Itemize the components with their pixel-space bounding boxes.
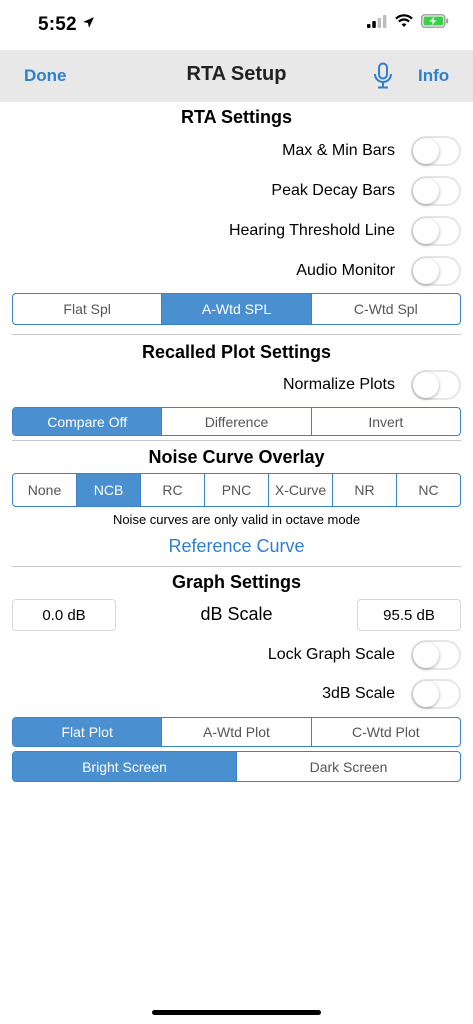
toggle-knob bbox=[413, 372, 439, 398]
segment-none[interactable]: None bbox=[13, 474, 77, 506]
toggle-knob bbox=[413, 681, 439, 707]
noise-curve-segmented-control: None NCB RC PNC X-Curve NR NC bbox=[12, 473, 461, 507]
noise-curve-overlay-title: Noise Curve Overlay bbox=[148, 447, 325, 467]
location-arrow-icon bbox=[83, 17, 95, 28]
segment-c-wtd-spl[interactable]: C-Wtd Spl bbox=[312, 294, 460, 324]
db-scale-max-field[interactable]: 95.5 dB bbox=[357, 599, 461, 631]
audio-monitor-label: Audio Monitor bbox=[296, 262, 395, 279]
home-indicator[interactable] bbox=[152, 1010, 321, 1015]
segment-a-wtd-plot[interactable]: A-Wtd Plot bbox=[162, 718, 312, 746]
toggle-knob bbox=[413, 642, 439, 668]
reference-curve-button[interactable]: Reference Curve bbox=[0, 536, 473, 557]
lock-graph-scale-toggle[interactable] bbox=[411, 640, 461, 670]
3db-scale-toggle[interactable] bbox=[411, 679, 461, 709]
normalize-plots-toggle[interactable] bbox=[411, 370, 461, 400]
microphone-button[interactable] bbox=[372, 62, 394, 95]
battery-charging-icon bbox=[421, 14, 449, 28]
page-title: RTA Setup bbox=[186, 63, 287, 85]
segment-flat-spl[interactable]: Flat Spl bbox=[13, 294, 163, 324]
max-min-bars-toggle[interactable] bbox=[411, 136, 461, 166]
toggle-knob bbox=[413, 138, 439, 164]
graph-settings-title: Graph Settings bbox=[171, 572, 301, 592]
segment-dark-screen[interactable]: Dark Screen bbox=[237, 752, 460, 781]
toggle-knob bbox=[413, 178, 439, 204]
status-time: 5:52 bbox=[38, 14, 95, 36]
section-divider bbox=[12, 440, 461, 441]
segment-bright-screen[interactable]: Bright Screen bbox=[13, 752, 237, 781]
3db-scale-label: 3dB Scale bbox=[322, 685, 395, 702]
audio-monitor-toggle[interactable] bbox=[411, 256, 461, 286]
noise-curve-note: Noise curves are only valid in octave mo… bbox=[112, 512, 361, 527]
hearing-threshold-line-toggle[interactable] bbox=[411, 216, 461, 246]
toggle-knob bbox=[413, 218, 439, 244]
weighting-segmented-control: Flat Spl A-Wtd SPL C-Wtd Spl bbox=[12, 293, 461, 325]
segment-pnc[interactable]: PNC bbox=[205, 474, 269, 506]
peak-decay-bars-label: Peak Decay Bars bbox=[271, 182, 395, 199]
rta-settings-title: RTA Settings bbox=[181, 107, 292, 127]
toggle-knob bbox=[413, 258, 439, 284]
compare-segmented-control: Compare Off Difference Invert bbox=[12, 407, 461, 436]
segment-compare-off[interactable]: Compare Off bbox=[13, 408, 163, 435]
segment-nc[interactable]: NC bbox=[397, 474, 460, 506]
section-divider bbox=[12, 566, 461, 567]
cellular-signal-icon bbox=[367, 14, 387, 28]
segment-c-wtd-plot[interactable]: C-Wtd Plot bbox=[312, 718, 460, 746]
hearing-threshold-line-label: Hearing Threshold Line bbox=[228, 222, 395, 239]
segment-flat-plot[interactable]: Flat Plot bbox=[13, 718, 163, 746]
info-button[interactable]: Info bbox=[418, 66, 449, 86]
segment-invert[interactable]: Invert bbox=[312, 408, 460, 435]
wifi-icon bbox=[395, 14, 413, 27]
max-min-bars-label: Max & Min Bars bbox=[282, 142, 395, 159]
segment-a-wtd-spl[interactable]: A-Wtd SPL bbox=[162, 294, 312, 324]
lock-graph-scale-label: Lock Graph Scale bbox=[267, 646, 395, 663]
section-divider bbox=[12, 334, 461, 335]
screen-mode-segmented-control: Bright Screen Dark Screen bbox=[12, 751, 461, 782]
status-icons bbox=[367, 14, 449, 28]
normalize-plots-label: Normalize Plots bbox=[282, 376, 395, 393]
microphone-icon bbox=[374, 62, 392, 89]
segment-nr[interactable]: NR bbox=[333, 474, 397, 506]
segment-x-curve[interactable]: X-Curve bbox=[269, 474, 333, 506]
segment-difference[interactable]: Difference bbox=[162, 408, 312, 435]
segment-ncb[interactable]: NCB bbox=[77, 474, 141, 506]
recalled-plot-settings-title: Recalled Plot Settings bbox=[141, 342, 332, 362]
peak-decay-bars-toggle[interactable] bbox=[411, 176, 461, 206]
segment-rc[interactable]: RC bbox=[141, 474, 205, 506]
plot-weighting-segmented-control: Flat Plot A-Wtd Plot C-Wtd Plot bbox=[12, 717, 461, 747]
